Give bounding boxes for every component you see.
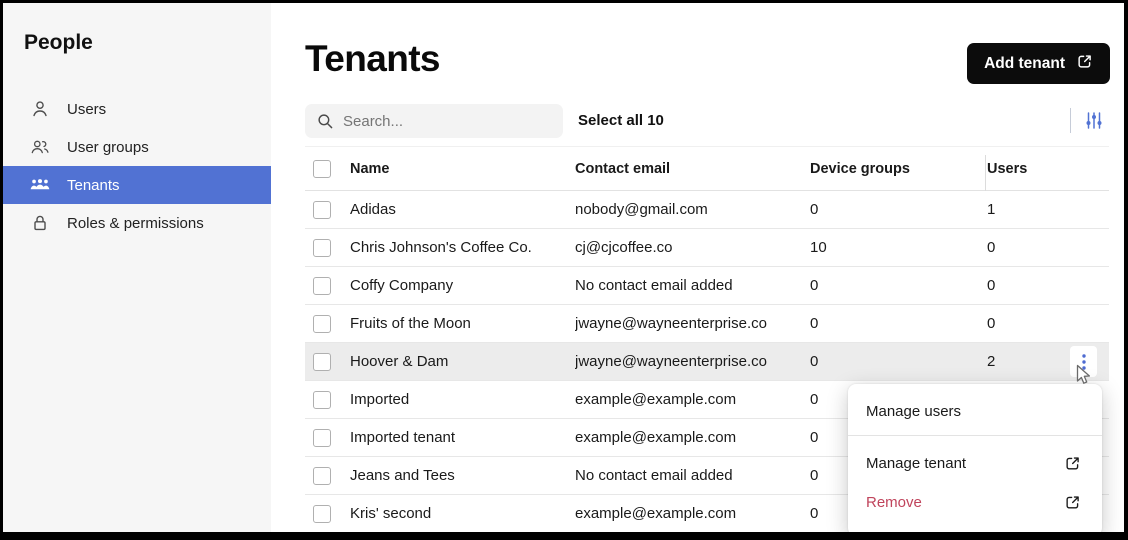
menu-item-label: Manage users bbox=[866, 403, 961, 420]
row-actions-kebab-button[interactable] bbox=[1070, 346, 1097, 377]
row-checkbox[interactable] bbox=[313, 277, 331, 295]
select-all-link[interactable]: Select all 10 bbox=[578, 112, 664, 129]
tenant-users: 0 bbox=[987, 315, 1109, 332]
tenant-contact-email: jwayne@wayneenterprise.co bbox=[575, 315, 810, 332]
sidebar-nav: Users User groups bbox=[3, 90, 271, 242]
sidebar-item-label: User groups bbox=[67, 139, 149, 156]
app-window: People Users bbox=[0, 0, 1128, 540]
external-link-icon bbox=[1076, 53, 1093, 75]
add-tenant-label: Add tenant bbox=[984, 55, 1065, 73]
add-tenant-button[interactable]: Add tenant bbox=[967, 43, 1110, 84]
tenant-contact-email: cj@cjcoffee.co bbox=[575, 239, 810, 256]
tenant-name: Imported bbox=[350, 391, 575, 408]
tenant-name: Adidas bbox=[350, 201, 575, 218]
tenants-people-icon bbox=[29, 174, 51, 196]
tenant-contact-email: example@example.com bbox=[575, 391, 810, 408]
table-row[interactable]: Adidas nobody@gmail.com 0 1 bbox=[305, 191, 1109, 229]
search-icon bbox=[316, 112, 334, 130]
tenant-device-groups: 0 bbox=[810, 201, 987, 218]
row-checkbox[interactable] bbox=[313, 505, 331, 523]
tenant-contact-email: No contact email added bbox=[575, 277, 810, 294]
column-header-device-groups[interactable]: Device groups bbox=[810, 161, 987, 177]
sidebar: People Users bbox=[3, 3, 271, 532]
table-row-hovered[interactable]: Hoover & Dam jwayne@wayneenterprise.co 0… bbox=[305, 343, 1109, 381]
menu-item-label: Manage tenant bbox=[866, 455, 966, 472]
kebab-vertical-icon bbox=[1082, 354, 1086, 370]
tenant-device-groups: 0 bbox=[810, 315, 987, 332]
tenant-users: 1 bbox=[987, 201, 1109, 218]
tenant-users: 0 bbox=[987, 239, 1109, 256]
sidebar-item-tenants[interactable]: Tenants bbox=[3, 166, 271, 204]
menu-item-label: Remove bbox=[866, 494, 922, 511]
row-checkbox[interactable] bbox=[313, 467, 331, 485]
tenant-device-groups: 0 bbox=[810, 277, 987, 294]
search-input[interactable] bbox=[343, 113, 552, 130]
table-header-row: Name Contact email Device groups Users bbox=[305, 147, 1109, 191]
tenant-name: Hoover & Dam bbox=[350, 353, 575, 370]
row-checkbox[interactable] bbox=[313, 201, 331, 219]
table-row[interactable]: Fruits of the Moon jwayne@wayneenterpris… bbox=[305, 305, 1109, 343]
tenant-contact-email: jwayne@wayneenterprise.co bbox=[575, 353, 810, 370]
sidebar-item-label: Roles & permissions bbox=[67, 215, 204, 232]
tenant-name: Coffy Company bbox=[350, 277, 575, 294]
filter-button[interactable] bbox=[1082, 108, 1106, 133]
tenant-device-groups: 0 bbox=[810, 353, 987, 370]
menu-divider bbox=[848, 435, 1102, 436]
sidebar-item-user-groups[interactable]: User groups bbox=[3, 128, 271, 166]
tenant-contact-email: example@example.com bbox=[575, 429, 810, 446]
sidebar-item-label: Users bbox=[67, 101, 106, 118]
user-group-icon bbox=[29, 136, 51, 158]
tenant-name: Kris' second bbox=[350, 505, 575, 522]
sidebar-item-users[interactable]: Users bbox=[3, 90, 271, 128]
toolbar-divider bbox=[1070, 108, 1071, 133]
tenant-name: Fruits of the Moon bbox=[350, 315, 575, 332]
tenant-contact-email: No contact email added bbox=[575, 467, 810, 484]
tenant-name: Chris Johnson's Coffee Co. bbox=[350, 239, 575, 256]
column-divider bbox=[985, 155, 986, 191]
row-checkbox[interactable] bbox=[313, 315, 331, 333]
table-row[interactable]: Coffy Company No contact email added 0 0 bbox=[305, 267, 1109, 305]
column-header-name[interactable]: Name bbox=[350, 161, 575, 177]
select-all-checkbox[interactable] bbox=[313, 160, 331, 178]
row-context-menu: Manage users Manage tenant Remove bbox=[848, 384, 1102, 536]
main-content: Tenants Add tenant Select all 10 bbox=[271, 3, 1124, 532]
row-checkbox[interactable] bbox=[313, 353, 331, 371]
sidebar-item-roles-permissions[interactable]: Roles & permissions bbox=[3, 204, 271, 242]
external-link-icon bbox=[1064, 455, 1081, 472]
filter-area bbox=[1070, 108, 1106, 133]
lock-icon bbox=[29, 212, 51, 234]
user-icon bbox=[29, 98, 51, 120]
menu-item-manage-tenant[interactable]: Manage tenant bbox=[848, 444, 1102, 483]
table-row[interactable]: Chris Johnson's Coffee Co. cj@cjcoffee.c… bbox=[305, 229, 1109, 267]
filter-sliders-icon bbox=[1084, 110, 1104, 131]
tenant-name: Jeans and Tees bbox=[350, 467, 575, 484]
tenant-contact-email: nobody@gmail.com bbox=[575, 201, 810, 218]
external-link-icon bbox=[1064, 494, 1081, 511]
column-header-users[interactable]: Users bbox=[987, 161, 1109, 177]
tenant-name: Imported tenant bbox=[350, 429, 575, 446]
sidebar-item-label: Tenants bbox=[67, 177, 120, 194]
page-title: Tenants bbox=[305, 38, 440, 80]
tenant-device-groups: 10 bbox=[810, 239, 987, 256]
tenant-users: 0 bbox=[987, 277, 1109, 294]
row-checkbox[interactable] bbox=[313, 239, 331, 257]
row-checkbox[interactable] bbox=[313, 391, 331, 409]
column-header-contact-email[interactable]: Contact email bbox=[575, 161, 810, 177]
menu-item-remove[interactable]: Remove bbox=[848, 483, 1102, 522]
sidebar-title: People bbox=[24, 31, 93, 55]
row-checkbox[interactable] bbox=[313, 429, 331, 447]
menu-item-manage-users[interactable]: Manage users bbox=[848, 389, 1102, 432]
search-box[interactable] bbox=[305, 104, 563, 138]
tenant-contact-email: example@example.com bbox=[575, 505, 810, 522]
